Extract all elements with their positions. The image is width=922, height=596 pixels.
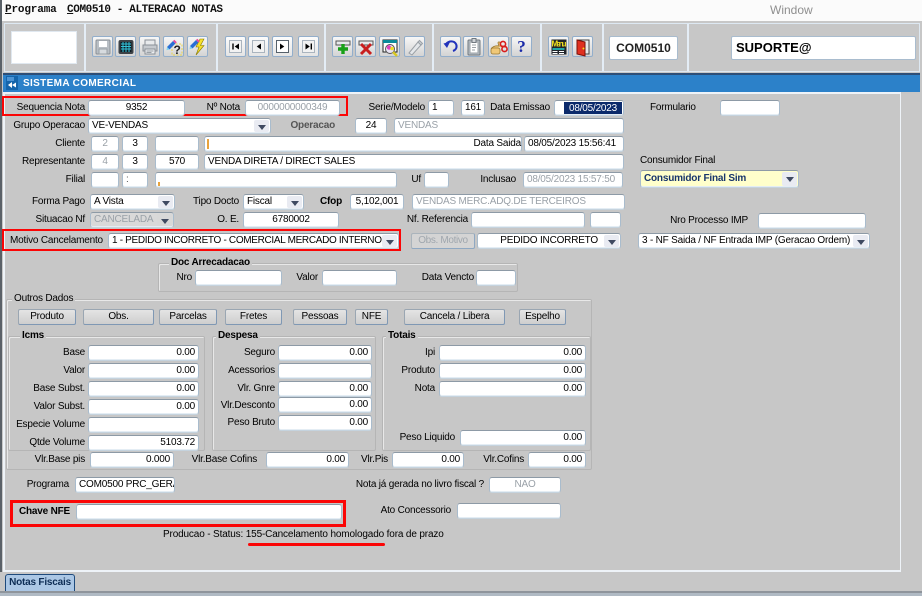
svg-text:Menu: Menu <box>552 40 567 49</box>
svg-text:?: ? <box>174 43 181 57</box>
